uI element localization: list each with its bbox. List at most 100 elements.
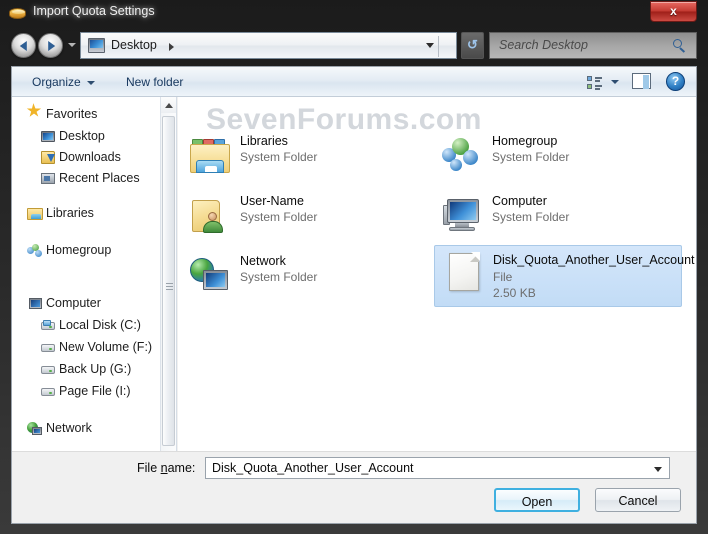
import-quota-settings-dialog: Import Quota Settings x Desktop ↺ Search… — [0, 0, 708, 534]
file-item-type: System Folder — [492, 150, 570, 164]
chevron-right-icon[interactable] — [169, 43, 174, 51]
sidebar-item-page-file-i[interactable]: Page File (I:) — [12, 382, 160, 402]
file-name-label: File name: — [137, 461, 196, 475]
sidebar-item-network[interactable]: Network — [12, 419, 160, 439]
libraries-folder-icon — [188, 136, 232, 178]
view-mode-button[interactable] — [585, 73, 621, 92]
desktop-icon — [88, 38, 105, 53]
file-item-name: Computer — [492, 194, 547, 208]
scroll-up-icon[interactable] — [161, 97, 176, 113]
sidebar-item-local-disk-c[interactable]: Local Disk (C:) — [12, 316, 160, 336]
sidebar-item-label: Homegroup — [46, 243, 112, 257]
address-bar[interactable]: Desktop — [80, 32, 457, 59]
disk-quota-icon — [9, 5, 26, 21]
file-name-value: Disk_Quota_Another_User_Account — [212, 461, 414, 475]
homegroup-icon — [27, 243, 43, 259]
downloads-icon — [40, 150, 56, 166]
breadcrumb-desktop[interactable]: Desktop — [111, 38, 157, 52]
sidebar-item-label: Desktop — [59, 129, 105, 143]
dialog-client-area: Organize New folder ? Favorites Desktop … — [11, 66, 697, 524]
file-item-computer[interactable]: Computer System Folder — [434, 190, 674, 246]
back-arrow-icon — [19, 40, 27, 51]
sidebar-item-downloads[interactable]: Downloads — [12, 148, 160, 168]
close-icon: x — [670, 4, 677, 18]
search-box[interactable]: Search Desktop — [489, 32, 697, 59]
help-button[interactable]: ? — [666, 72, 685, 91]
sidebar-item-label: Back Up (G:) — [59, 362, 132, 376]
sidebar-item-new-volume-f[interactable]: New Volume (F:) — [12, 338, 160, 358]
drive-icon — [40, 362, 56, 378]
chevron-down-icon — [611, 80, 619, 84]
navigation-bar: Desktop ↺ Search Desktop — [0, 26, 708, 66]
chevron-down-icon[interactable] — [654, 467, 662, 472]
file-item-name: Homegroup — [492, 134, 558, 148]
command-bar: Organize New folder ? — [12, 67, 696, 97]
search-icon — [673, 39, 687, 53]
file-item-disk-quota-another-user-account[interactable]: Disk_Quota_Another_User_Account File 2.5… — [434, 245, 695, 307]
help-icon: ? — [671, 74, 680, 88]
file-item-name: Libraries — [240, 134, 288, 148]
user-folder-icon — [188, 196, 232, 238]
file-item-user-name[interactable]: User-Name System Folder — [182, 190, 422, 246]
new-folder-button[interactable]: New folder — [117, 72, 192, 92]
drive-icon — [40, 384, 56, 400]
cancel-button[interactable]: Cancel — [595, 488, 681, 512]
computer-icon — [27, 296, 43, 312]
file-item-network[interactable]: Network System Folder — [182, 250, 422, 306]
sidebar-item-recent-places[interactable]: Recent Places — [12, 169, 160, 189]
refresh-icon: ↺ — [467, 37, 478, 52]
sidebar-item-label: Network — [46, 421, 92, 435]
file-item-homegroup[interactable]: Homegroup System Folder — [434, 130, 674, 186]
view-mode-icon — [587, 75, 602, 90]
forward-button[interactable] — [38, 33, 63, 58]
title-bar: Import Quota Settings x — [0, 0, 708, 26]
sidebar-item-back-up-g[interactable]: Back Up (G:) — [12, 360, 160, 380]
file-item-type: File — [493, 270, 513, 284]
recent-places-icon — [40, 171, 56, 187]
computer-icon — [440, 196, 484, 238]
sidebar-item-computer[interactable]: Computer — [12, 294, 160, 314]
desktop-icon — [40, 129, 56, 145]
sidebar-item-label: Favorites — [46, 107, 98, 121]
drive-icon — [40, 340, 56, 356]
sidebar-item-libraries[interactable]: Libraries — [12, 204, 160, 224]
file-item-name: User-Name — [240, 194, 304, 208]
star-icon — [26, 104, 43, 123]
file-item-size: 2.50 KB — [493, 286, 536, 300]
libraries-icon — [27, 206, 43, 222]
scrollbar-grip — [166, 281, 173, 292]
network-icon — [27, 421, 43, 437]
sidebar-item-label: New Volume (F:) — [59, 340, 153, 354]
file-item-name: Network — [240, 254, 286, 268]
sidebar-item-label: Recent Places — [59, 171, 140, 185]
history-dropdown-icon[interactable] — [68, 43, 76, 47]
sidebar-item-desktop[interactable]: Desktop — [12, 127, 160, 147]
forward-arrow-icon — [47, 40, 55, 51]
sidebar-item-label: Page File (I:) — [59, 384, 131, 398]
chevron-down-icon — [86, 80, 95, 85]
back-button[interactable] — [11, 33, 36, 58]
sidebar-item-label: Downloads — [59, 150, 121, 164]
search-input[interactable]: Search Desktop — [499, 38, 588, 52]
file-item-name: Disk_Quota_Another_User_Account — [493, 253, 695, 267]
sidebar-item-homegroup[interactable]: Homegroup — [12, 241, 160, 261]
file-name-input[interactable]: Disk_Quota_Another_User_Account — [205, 457, 670, 479]
sidebar-item-favorites[interactable]: Favorites — [12, 104, 160, 125]
file-item-type: System Folder — [240, 270, 318, 284]
refresh-button[interactable]: ↺ — [461, 32, 484, 59]
organize-button[interactable]: Organize — [23, 72, 104, 92]
file-item-type: System Folder — [492, 210, 570, 224]
sidebar-item-label: Computer — [46, 296, 101, 310]
close-button[interactable]: x — [650, 1, 697, 22]
organize-label: Organize — [32, 75, 81, 89]
sidebar-scrollbar[interactable] — [160, 97, 176, 493]
dialog-footer: File name: Disk_Quota_Another_User_Accou… — [12, 451, 696, 523]
generic-file-icon — [441, 252, 485, 294]
file-item-libraries[interactable]: Libraries System Folder — [182, 130, 422, 186]
address-dropdown-icon[interactable] — [426, 43, 434, 48]
sidebar-scrollbar-thumb[interactable] — [162, 116, 175, 446]
preview-pane-button[interactable] — [632, 73, 651, 90]
file-list-view[interactable]: SevenForums.com Libraries System Folder … — [178, 97, 696, 495]
open-button[interactable]: Open — [494, 488, 580, 512]
file-item-type: System Folder — [240, 210, 318, 224]
